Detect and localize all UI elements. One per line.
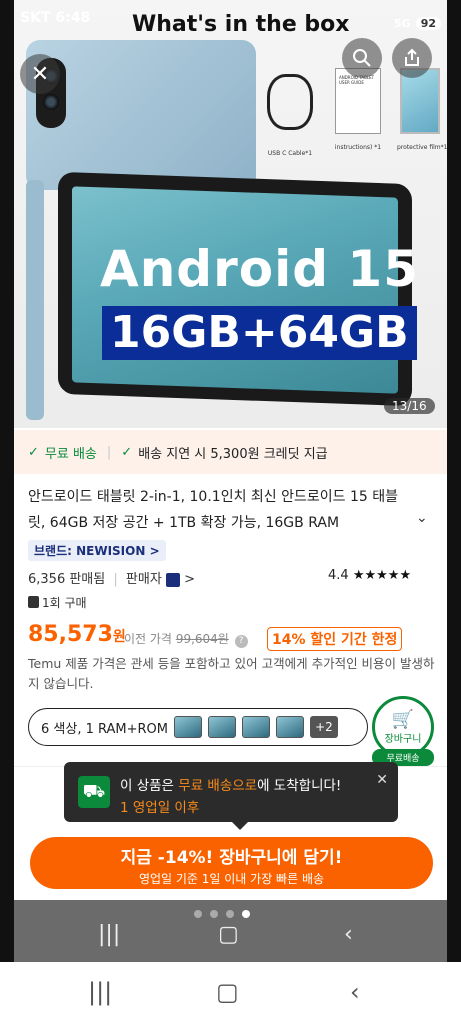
close-icon[interactable]: ✕ [376, 772, 388, 788]
toast-message: 이 상품은 무료 배송으로에 도착합니다! [120, 778, 342, 794]
film-icon [400, 68, 440, 134]
truck-icon: ⛟ [78, 776, 110, 808]
check-icon: ✓ [121, 444, 133, 460]
product-image-carousel[interactable]: Android 15 16GB+64GB What's in the box U… [14, 0, 447, 428]
purchase-history: 1회 구매 [28, 594, 87, 611]
variant-thumbnail[interactable] [241, 716, 270, 738]
pager-dots [194, 910, 250, 918]
box-title: What's in the box [132, 12, 350, 37]
variant-thumbnail[interactable] [207, 716, 236, 738]
rating[interactable]: 4.4 ★★★★★ [328, 568, 411, 583]
price-notice: Temu 제품 가격은 관세 등을 포함하고 있어 고객에게 추가적인 비용이 … [28, 656, 435, 691]
variant-more[interactable]: +2 [309, 716, 338, 738]
cart-label: 장바구니 [384, 734, 422, 745]
sales-info: 6,356 판매됨 | 판매자 > [28, 568, 195, 587]
home-icon[interactable]: ▢ [218, 922, 239, 947]
back-icon[interactable]: ‹ [344, 922, 353, 947]
accessory-cable: USB C Cable*1 [260, 66, 320, 157]
accessory-label: USB C Cable*1 [267, 150, 313, 157]
previous-price: 이전 가격 99,604원 ? [124, 630, 248, 648]
product-title: 안드로이드 태블릿 2-in-1, 10.1인치 최신 안드로이드 15 태블릿… [28, 489, 398, 531]
rating-value: 4.4 [328, 568, 349, 583]
share-button[interactable] [392, 38, 432, 78]
accessory-label: instructions) *1 [334, 144, 382, 151]
divider: | [106, 444, 112, 460]
pager-dot-active [242, 910, 250, 918]
hero-headline: Android 15 [100, 240, 420, 298]
delay-credit-label: 배송 지연 시 5,300원 크레딧 지급 [138, 446, 328, 462]
sold-count: 6,356 판매됨 [28, 572, 106, 587]
bought-count: 1회 구매 [42, 596, 87, 610]
pager-dot [194, 910, 202, 918]
app-navigation-bar: ||| ▢ ‹ [14, 900, 447, 962]
hero-spec: 16GB+64GB [102, 306, 417, 360]
share-icon [405, 48, 419, 66]
manual-icon: ANDROID TABLET USER GUIDE [335, 68, 381, 134]
seller-logo[interactable] [165, 572, 180, 587]
cta-main-label: 지금 -14%! 장바구니에 담기! [120, 848, 343, 868]
back-icon[interactable]: ‹ [350, 978, 360, 1006]
bag-icon [28, 596, 39, 608]
app-screen: Android 15 16GB+64GB What's in the box U… [14, 0, 447, 962]
chevron-down-icon[interactable]: ⌄ [416, 510, 428, 526]
pager-dot [226, 910, 234, 918]
divider: | [113, 572, 118, 587]
tablet-side-image [26, 180, 44, 420]
search-icon [353, 49, 371, 67]
left-bezel [0, 0, 14, 962]
shipping-toast: ⛟ 이 상품은 무료 배송으로에 도착합니다! 1 영업일 이후 ✕ [64, 762, 398, 830]
variant-thumbnail[interactable] [275, 716, 304, 738]
accessory-label: protective film*1 [397, 144, 447, 151]
seller-link[interactable]: 판매자 [126, 572, 162, 587]
close-button[interactable]: ✕ [20, 54, 60, 94]
chevron-right-icon[interactable]: > [184, 572, 195, 587]
device-frame: Android 15 16GB+64GB What's in the box U… [0, 0, 461, 1024]
variant-label: 6 색상, 1 RAM+ROM [41, 721, 168, 737]
home-icon[interactable]: ▢ [216, 978, 239, 1006]
strike-price: 99,604원 [175, 632, 229, 646]
info-icon[interactable]: ? [234, 635, 248, 648]
pager-dot [210, 910, 218, 918]
star-rating-icon: ★★★★★ [352, 568, 412, 583]
cta-sub-label: 영업일 기준 1일 이내 가장 빠른 배송 [138, 872, 325, 886]
current-price: 85,573원 [28, 622, 126, 647]
brand-link[interactable]: 브랜드: NEWISION > [28, 540, 166, 561]
search-button[interactable] [342, 38, 382, 78]
close-icon: ✕ [30, 61, 50, 87]
discount-badge: 14% 할인 기간 한정 [267, 627, 403, 651]
cable-icon [267, 74, 313, 130]
check-icon: ✓ [28, 444, 39, 460]
shipping-banner: ✓ 무료 배송 | ✓ 배송 지연 시 5,300원 크레딧 지급 [14, 430, 447, 474]
system-navigation-bar: ||| ▢ ‹ [0, 962, 461, 1024]
recent-apps-icon[interactable]: ||| [98, 922, 120, 947]
right-bezel [447, 0, 461, 962]
add-to-cart-button[interactable]: 지금 -14%! 장바구니에 담기! 영업일 기준 1일 이내 가장 빠른 배송 [30, 837, 433, 889]
variant-selector[interactable]: 6 색상, 1 RAM+ROM +2 [28, 708, 368, 746]
accessory-manual: ANDROID TABLET USER GUIDE instructions) … [329, 66, 387, 152]
cart-icon: 🛒 [391, 709, 415, 730]
recent-apps-icon[interactable]: ||| [88, 978, 112, 1006]
variant-thumbnail[interactable] [173, 716, 202, 738]
toast-eta: 1 영업일 이후 [120, 800, 200, 816]
free-shipping-label: 무료 배송 [44, 446, 97, 462]
image-counter: 13/16 [384, 398, 435, 414]
accessory-film: protective film*1 [397, 66, 447, 152]
